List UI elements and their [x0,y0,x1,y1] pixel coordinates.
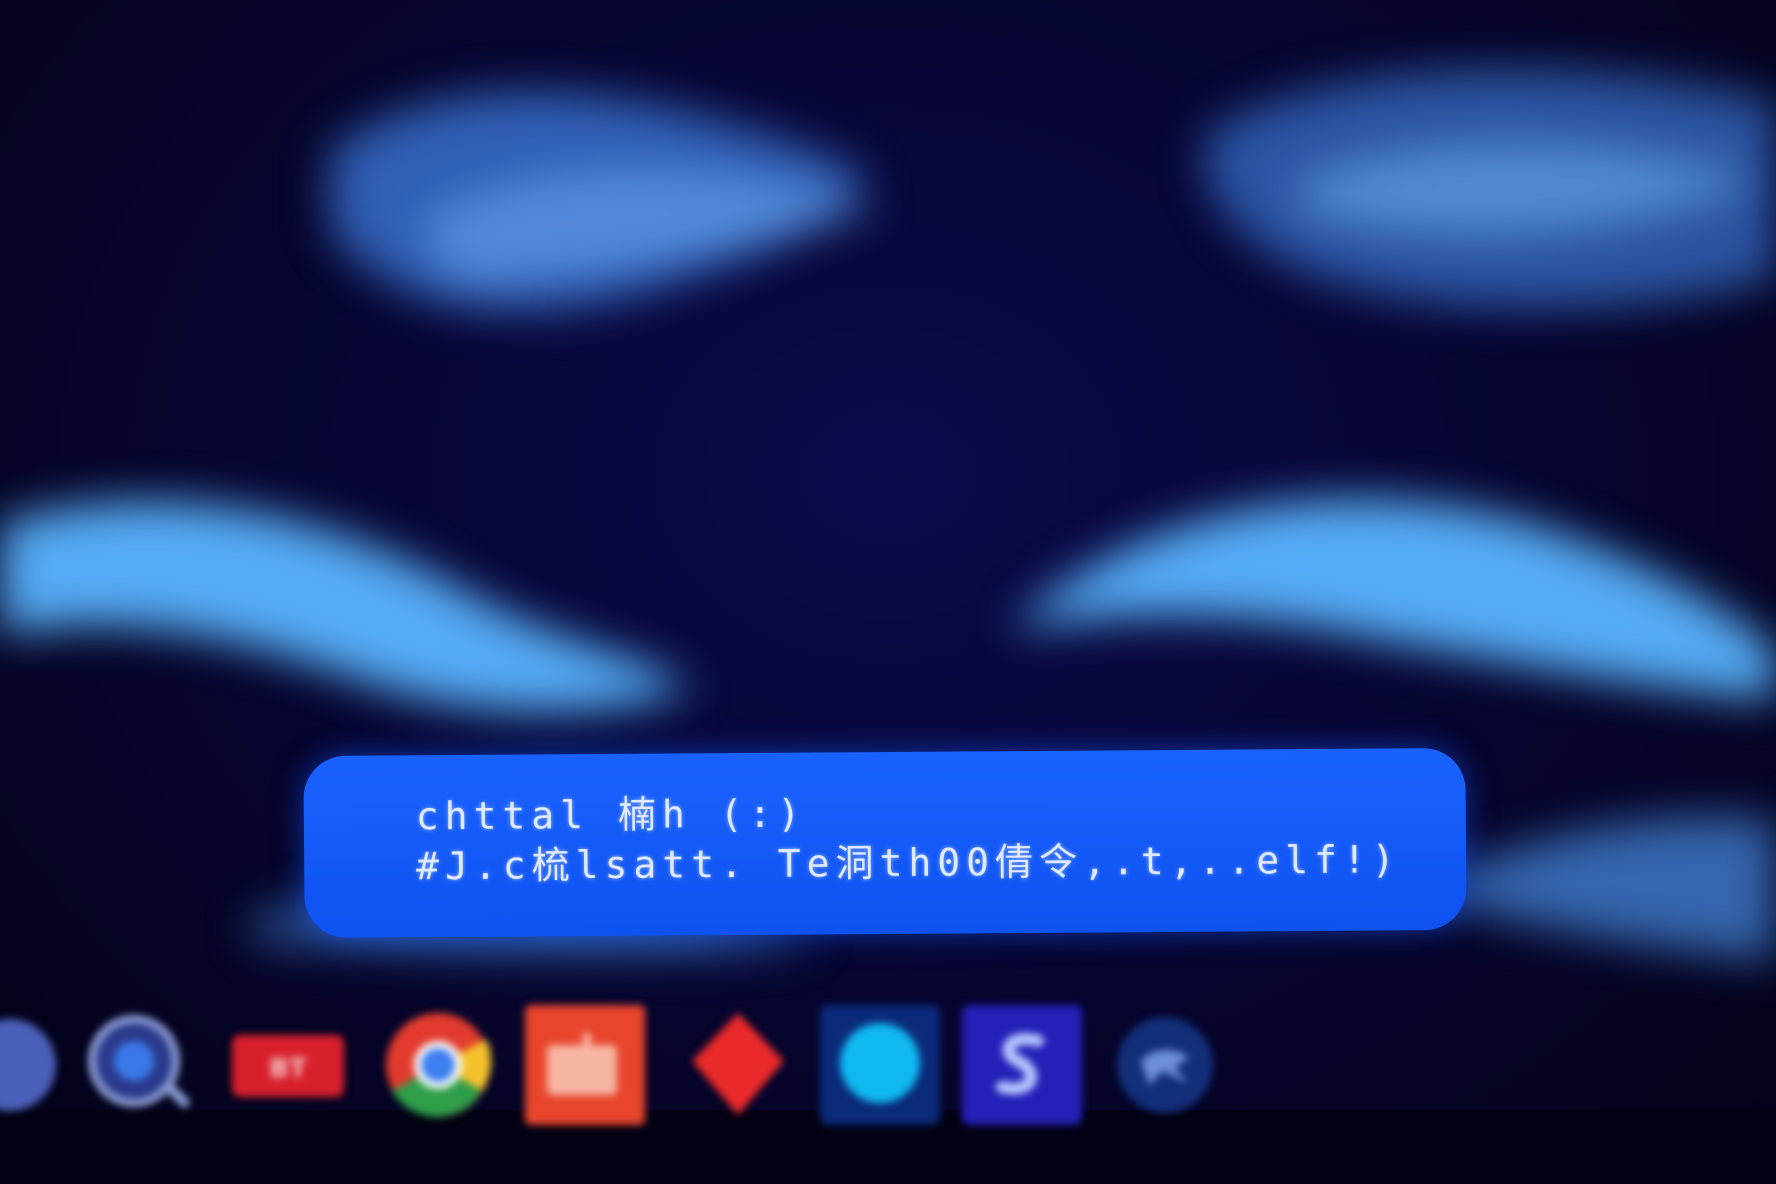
desktop-screen: chttal 楠h (:) #J.c梳lsatt. Te洞th00倩令,.t,.… [0,0,1776,1184]
red-label-icon[interactable]: BT [228,1005,348,1125]
red-label-icon-text: BT [269,1054,307,1084]
notification-toast[interactable]: chttal 楠h (:) #J.c梳lsatt. Te洞th00倩令,.t,.… [303,747,1467,939]
red-diamond-icon[interactable] [678,1005,798,1125]
blue-s-icon[interactable] [962,1005,1082,1125]
wave-mid-right [1010,498,1776,700]
cyan-circle-icon[interactable] [820,1005,940,1125]
notification-line-1: chttal 楠h (:) [415,791,807,839]
chrome-icon[interactable] [378,1005,498,1125]
phone-search-icon[interactable] [78,1005,198,1125]
blue-bird-icon[interactable] [1105,1005,1225,1125]
notification-line-2: #J.c梳lsatt. Te洞th00倩令,.t,..elf!) [415,837,1401,889]
wave-mid-left [0,501,690,712]
orange-folder-icon[interactable] [525,1005,645,1125]
wave-bottom-right [1440,816,1776,960]
partial-circle-icon[interactable] [0,1005,70,1125]
